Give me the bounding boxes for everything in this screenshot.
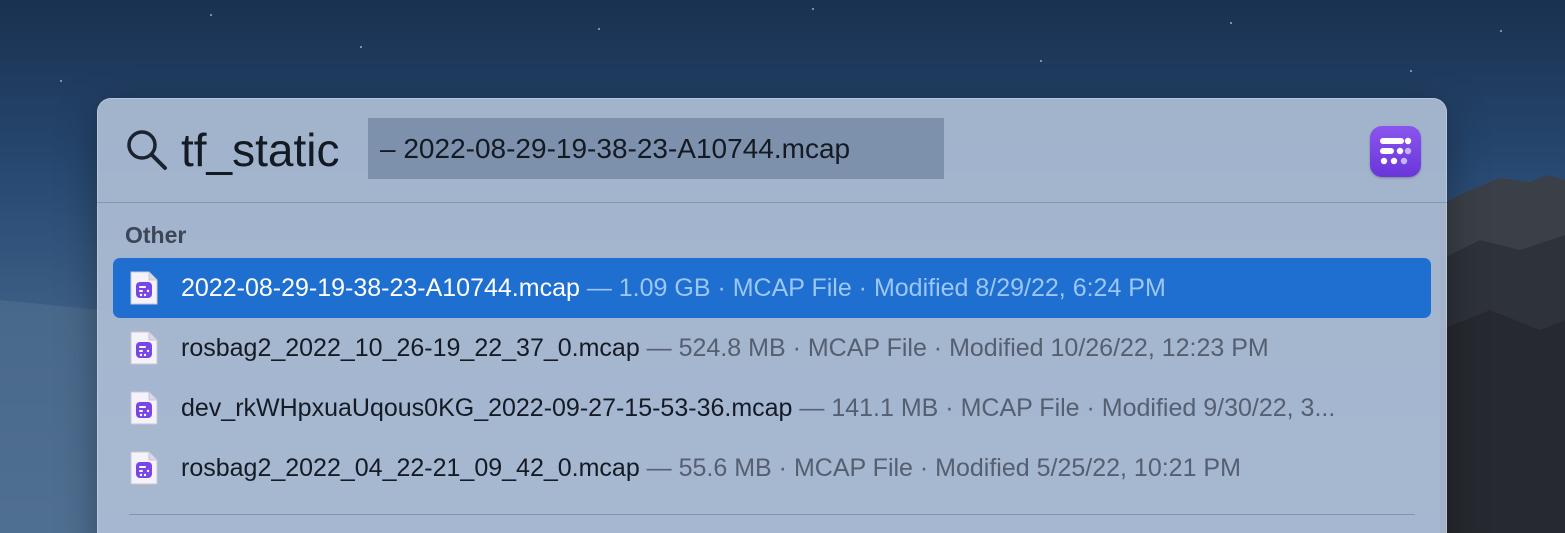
result-text: rosbag2_2022_10_26-19_22_37_0.mcap — 524… xyxy=(181,318,1419,378)
result-row[interactable]: rosbag2_2022_10_26-19_22_37_0.mcap — 524… xyxy=(113,318,1431,378)
result-filename: dev_rkWHpxuaUqous0KG_2022-09-27-15-53-36… xyxy=(181,394,793,422)
foxglove-app-icon[interactable] xyxy=(1370,126,1421,177)
search-input[interactable]: tf_static xyxy=(181,120,340,180)
foxglove-logo-icon xyxy=(1380,137,1412,165)
result-row[interactable]: 2022-08-29-19-38-23-A10744.mcap — 1.09 G… xyxy=(113,258,1431,318)
results-list: 2022-08-29-19-38-23-A10744.mcap — 1.09 G… xyxy=(113,258,1431,498)
search-bar: tf_static – 2022-08-29-19-38-23-A10744.m… xyxy=(97,98,1447,202)
section-title: Other xyxy=(125,222,187,248)
search-icon xyxy=(127,130,167,170)
mcap-file-icon xyxy=(130,271,158,305)
desktop-background: tf_static – 2022-08-29-19-38-23-A10744.m… xyxy=(0,0,1565,533)
result-filename: 2022-08-29-19-38-23-A10744.mcap xyxy=(181,274,580,302)
spotlight-panel: tf_static – 2022-08-29-19-38-23-A10744.m… xyxy=(97,98,1447,533)
result-metadata: — 1.09 GB · MCAP File · Modified 8/29/22… xyxy=(579,274,1166,302)
result-metadata: — 524.8 MB · MCAP File · Modified 10/26/… xyxy=(639,334,1269,362)
divider xyxy=(129,514,1415,515)
result-metadata: — 141.1 MB · MCAP File · Modified 9/30/2… xyxy=(792,394,1336,422)
result-text: dev_rkWHpxuaUqous0KG_2022-09-27-15-53-36… xyxy=(181,378,1419,438)
result-text: rosbag2_2022_04_22-21_09_42_0.mcap — 55.… xyxy=(181,438,1419,498)
result-filename: rosbag2_2022_04_22-21_09_42_0.mcap xyxy=(181,454,640,482)
search-autocomplete-suggestion[interactable]: – 2022-08-29-19-38-23-A10744.mcap xyxy=(368,118,944,179)
mcap-file-icon xyxy=(130,331,158,365)
result-row[interactable]: dev_rkWHpxuaUqous0KG_2022-09-27-15-53-36… xyxy=(113,378,1431,438)
divider xyxy=(97,202,1447,203)
result-filename: rosbag2_2022_10_26-19_22_37_0.mcap xyxy=(181,334,640,362)
mcap-file-icon xyxy=(130,451,158,485)
mcap-file-icon xyxy=(130,391,158,425)
result-row[interactable]: rosbag2_2022_04_22-21_09_42_0.mcap — 55.… xyxy=(113,438,1431,498)
result-metadata: — 55.6 MB · MCAP File · Modified 5/25/22… xyxy=(639,454,1241,482)
result-text: 2022-08-29-19-38-23-A10744.mcap — 1.09 G… xyxy=(181,258,1419,318)
